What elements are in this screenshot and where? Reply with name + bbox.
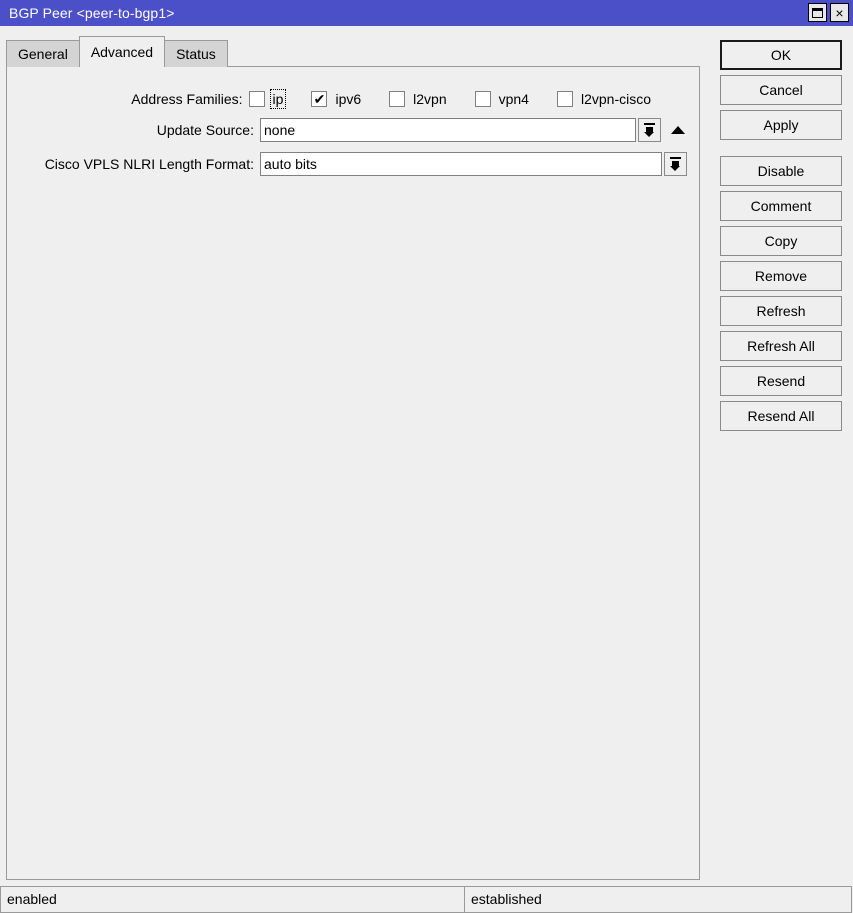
up-triangle-icon <box>671 126 685 134</box>
dropdown-arrow-icon <box>643 123 656 137</box>
address-families-label: Address Families: <box>131 91 243 107</box>
tab-status[interactable]: Status <box>164 40 228 67</box>
checkbox-l2vpn-box[interactable]: ✔ <box>389 91 406 107</box>
comment-button[interactable]: Comment <box>720 191 842 221</box>
tab-general[interactable]: General <box>6 40 80 67</box>
cisco-vpls-nlri-label: Cisco VPLS NLRI Length Format: <box>44 156 254 172</box>
update-source-row: Update Source: <box>7 118 693 142</box>
cisco-vpls-nlri-input[interactable] <box>260 152 662 176</box>
tab-bar: General Advanced Status <box>6 36 228 67</box>
check-icon: ✔ <box>313 90 326 107</box>
checkbox-ipv6-label: ipv6 <box>335 91 362 107</box>
checkbox-ip-box[interactable]: ✔ <box>248 91 265 107</box>
status-enabled: enabled <box>0 886 465 913</box>
address-families-checkbox-group: ✔ ip ✔ ipv6 ✔ l2vpn <box>248 89 653 109</box>
ok-button[interactable]: OK <box>720 40 842 70</box>
window-controls: × <box>808 3 849 22</box>
refresh-all-button[interactable]: Refresh All <box>720 331 842 361</box>
action-button-column: OK Cancel Apply Disable Comment Copy Rem… <box>720 40 842 436</box>
checkbox-ipv6-box[interactable]: ✔ <box>311 90 328 107</box>
checkbox-l2vpn-cisco-box[interactable]: ✔ <box>556 91 573 107</box>
checkbox-ipv6[interactable]: ✔ ipv6 <box>311 90 363 108</box>
address-families-row: Address Families: ✔ ip ✔ ipv6 ✔ <box>7 87 653 111</box>
cancel-button[interactable]: Cancel <box>720 75 842 105</box>
remove-button[interactable]: Remove <box>720 261 842 291</box>
resend-all-button[interactable]: Resend All <box>720 401 842 431</box>
dropdown-arrow-icon <box>669 157 682 171</box>
checkbox-l2vpn-cisco-label: l2vpn-cisco <box>580 91 651 107</box>
refresh-button[interactable]: Refresh <box>720 296 842 326</box>
checkbox-vpn4-label: vpn4 <box>498 91 529 107</box>
bgp-peer-dialog: BGP Peer <peer-to-bgp1> × General Advanc… <box>0 0 853 913</box>
checkbox-l2vpn-label: l2vpn <box>413 91 447 107</box>
maximize-button[interactable] <box>808 3 827 22</box>
title-bar: BGP Peer <peer-to-bgp1> × <box>0 0 853 26</box>
update-source-expand-button[interactable] <box>667 118 689 142</box>
checkbox-vpn4-box[interactable]: ✔ <box>474 91 491 107</box>
close-icon: × <box>835 4 844 21</box>
checkbox-l2vpn[interactable]: ✔ l2vpn <box>389 90 448 108</box>
update-source-input[interactable] <box>260 118 636 142</box>
cisco-vpls-nlri-row: Cisco VPLS NLRI Length Format: <box>7 152 693 176</box>
close-button[interactable]: × <box>830 3 849 22</box>
cisco-vpls-nlri-dropdown-button[interactable] <box>664 152 687 176</box>
update-source-dropdown-button[interactable] <box>638 118 661 142</box>
tab-advanced[interactable]: Advanced <box>78 36 166 67</box>
window-title: BGP Peer <peer-to-bgp1> <box>9 5 175 21</box>
checkbox-ip-label: ip <box>269 89 287 109</box>
disable-button[interactable]: Disable <box>720 156 842 186</box>
apply-button[interactable]: Apply <box>720 110 842 140</box>
update-source-combo <box>260 118 689 142</box>
cisco-vpls-nlri-combo <box>260 152 687 176</box>
checkbox-vpn4[interactable]: ✔ vpn4 <box>474 90 531 108</box>
status-bar: enabled established <box>0 886 853 913</box>
checkbox-ip[interactable]: ✔ ip <box>248 89 287 109</box>
maximize-icon <box>812 7 823 18</box>
resend-button[interactable]: Resend <box>720 366 842 396</box>
advanced-tab-panel: Address Families: ✔ ip ✔ ipv6 ✔ <box>6 66 700 880</box>
copy-button[interactable]: Copy <box>720 226 842 256</box>
checkbox-l2vpn-cisco[interactable]: ✔ l2vpn-cisco <box>556 90 653 108</box>
update-source-label: Update Source: <box>156 122 254 138</box>
status-connection-state: established <box>464 886 852 913</box>
